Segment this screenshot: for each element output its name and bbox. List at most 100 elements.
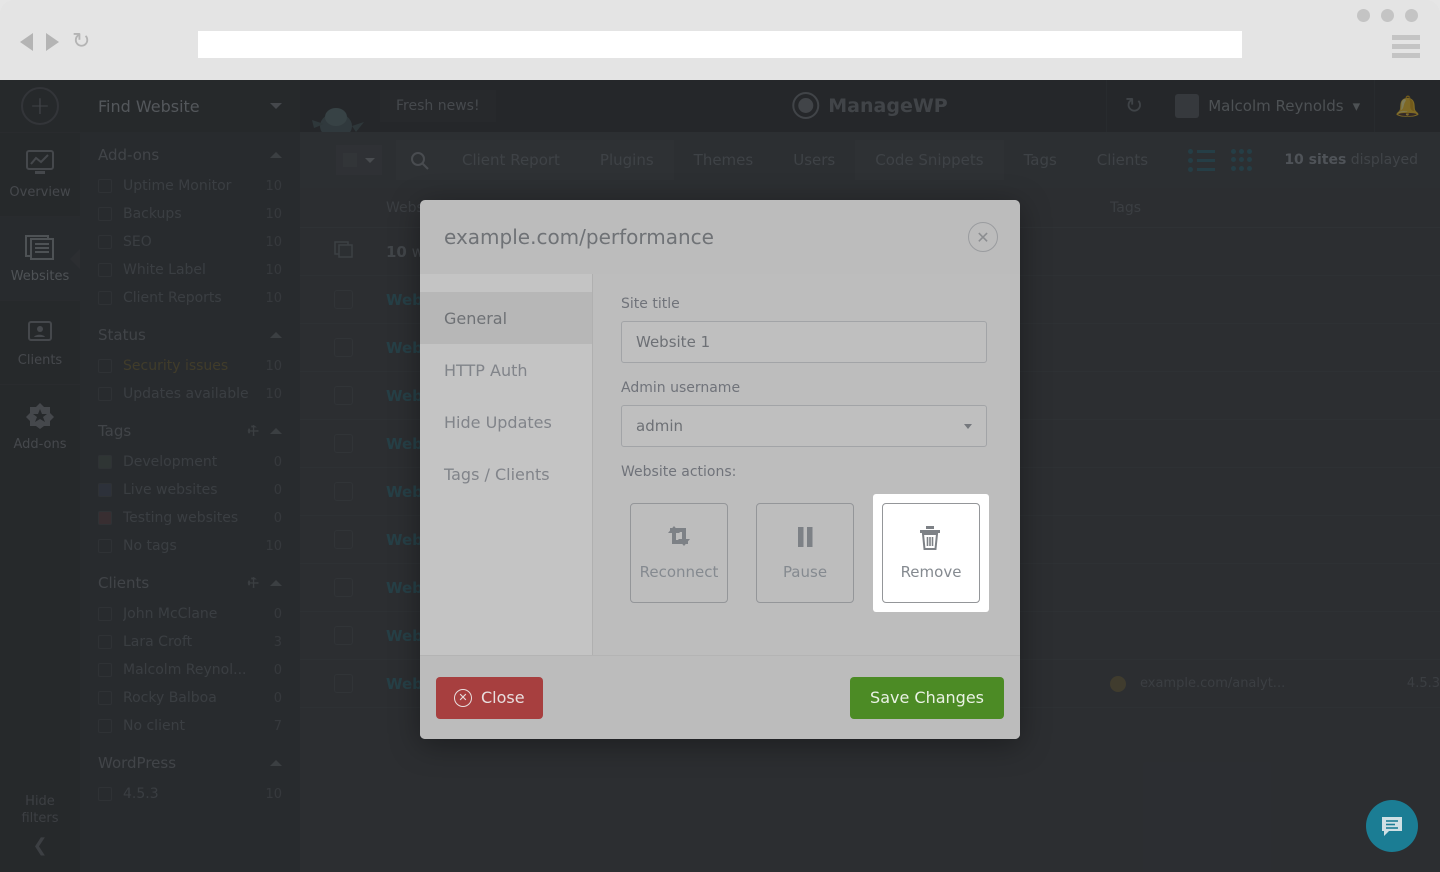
- list-view-icon[interactable]: [1188, 148, 1216, 172]
- filter-checkbox[interactable]: [98, 719, 112, 733]
- filter-row[interactable]: No client 7: [80, 712, 300, 740]
- url-input[interactable]: [198, 31, 1242, 58]
- filter-row[interactable]: White Label 10: [80, 256, 300, 284]
- back-icon[interactable]: [20, 33, 33, 51]
- row-checkbox[interactable]: [300, 338, 386, 357]
- filter-group-title: Tags: [98, 422, 132, 440]
- chevron-left-icon[interactable]: ❮: [0, 834, 80, 858]
- filter-row[interactable]: SEO 10: [80, 228, 300, 256]
- forward-icon[interactable]: [46, 33, 59, 51]
- filter-row[interactable]: Lara Croft 3: [80, 628, 300, 656]
- chat-bubble-icon[interactable]: [1366, 800, 1418, 852]
- filter-row[interactable]: Backups 10: [80, 200, 300, 228]
- close-icon[interactable]: ✕: [968, 222, 998, 252]
- remove-button[interactable]: Remove: [882, 503, 980, 603]
- toolbar-tab[interactable]: Client Report: [442, 140, 580, 180]
- filter-checkbox[interactable]: [98, 235, 112, 249]
- user-menu[interactable]: Malcolm Reynolds ▾: [1161, 80, 1374, 132]
- sidebar-item-websites[interactable]: Websites: [0, 216, 80, 300]
- pause-button[interactable]: Pause: [756, 503, 854, 603]
- filter-row[interactable]: Rocky Balboa 0: [80, 684, 300, 712]
- fresh-news-badge[interactable]: Fresh news!: [380, 90, 496, 122]
- row-checkbox[interactable]: [300, 386, 386, 405]
- dialog-tab[interactable]: General: [420, 292, 592, 344]
- filter-row[interactable]: John McClane 0: [80, 600, 300, 628]
- reconnect-button[interactable]: Reconnect: [630, 503, 728, 603]
- filter-checkbox[interactable]: [98, 691, 112, 705]
- dialog-tab[interactable]: Tags / Clients: [420, 448, 592, 500]
- filter-checkbox[interactable]: [98, 635, 112, 649]
- filter-checkbox[interactable]: [98, 387, 112, 401]
- site-title-input[interactable]: Website 1: [621, 321, 987, 363]
- row-checkbox[interactable]: [300, 626, 386, 645]
- hamburger-icon[interactable]: [1392, 35, 1420, 62]
- filter-group-header[interactable]: Add-ons: [80, 132, 300, 172]
- filter-row[interactable]: Updates available 10: [80, 380, 300, 408]
- save-changes-button[interactable]: Save Changes: [850, 676, 1004, 719]
- sidebar-item-clients[interactable]: Clients: [0, 300, 80, 384]
- toolbar-tab[interactable]: Code Snippets: [855, 140, 1004, 180]
- filter-row[interactable]: Testing websites 0: [80, 504, 300, 532]
- sync-icon[interactable]: ↻: [1105, 80, 1161, 132]
- filter-row[interactable]: No tags 10: [80, 532, 300, 560]
- caret-up-icon[interactable]: [270, 428, 282, 434]
- row-checkbox[interactable]: [300, 482, 386, 501]
- caret-up-icon[interactable]: [270, 332, 282, 338]
- wrench-icon[interactable]: ⚒: [245, 422, 264, 441]
- site-meta: example.com/analyt... 4.5.3: [1110, 675, 1440, 692]
- filter-checkbox[interactable]: [98, 483, 112, 497]
- sidebar-item-addons[interactable]: Add-ons: [0, 384, 80, 468]
- filter-checkbox[interactable]: [98, 511, 112, 525]
- toolbar-tab[interactable]: Tags: [1004, 140, 1077, 180]
- row-checkbox[interactable]: [300, 674, 386, 693]
- filter-row[interactable]: Live websites 0: [80, 476, 300, 504]
- filter-checkbox[interactable]: [98, 179, 112, 193]
- toolbar-tab[interactable]: Users: [773, 140, 855, 180]
- sidebar-item-overview[interactable]: Overview: [0, 132, 80, 216]
- filter-row[interactable]: Malcolm Reynol... 0: [80, 656, 300, 684]
- filter-checkbox[interactable]: [98, 291, 112, 305]
- row-checkbox[interactable]: [300, 290, 386, 309]
- dialog-tab[interactable]: HTTP Auth: [420, 344, 592, 396]
- admin-username-select[interactable]: admin: [621, 405, 987, 447]
- close-button[interactable]: ✕ Close: [436, 676, 543, 719]
- filter-checkbox[interactable]: [98, 359, 112, 373]
- bulk-select-dropdown[interactable]: [336, 145, 382, 175]
- filter-checkbox[interactable]: [98, 539, 112, 553]
- dialog-tab[interactable]: Hide Updates: [420, 396, 592, 448]
- trash-icon: [918, 525, 944, 551]
- find-website-dropdown[interactable]: Find Website: [80, 80, 300, 132]
- filter-row[interactable]: Client Reports 10: [80, 284, 300, 312]
- reload-icon[interactable]: ↻: [72, 31, 94, 53]
- window-controls[interactable]: [1357, 9, 1418, 22]
- bell-icon[interactable]: 🔔: [1374, 80, 1440, 132]
- filter-checkbox[interactable]: [98, 263, 112, 277]
- filter-row[interactable]: Security issues 10: [80, 352, 300, 380]
- row-checkbox[interactable]: [300, 434, 386, 453]
- hide-filters-button[interactable]: Hide filters ❮: [0, 793, 80, 872]
- wrench-icon[interactable]: ⚒: [245, 574, 264, 593]
- filter-checkbox[interactable]: [98, 787, 112, 801]
- caret-up-icon[interactable]: [270, 580, 282, 586]
- row-checkbox[interactable]: [300, 578, 386, 597]
- grid-view-icon[interactable]: [1231, 148, 1253, 172]
- filter-group-header[interactable]: Clients ⚒: [80, 560, 300, 600]
- add-website-button[interactable]: +: [0, 80, 80, 132]
- filter-checkbox[interactable]: [98, 207, 112, 221]
- filter-checkbox[interactable]: [98, 663, 112, 677]
- filter-row[interactable]: Uptime Monitor 10: [80, 172, 300, 200]
- caret-up-icon[interactable]: [270, 760, 282, 766]
- toolbar-tab[interactable]: Clients: [1077, 140, 1168, 180]
- filter-group-header[interactable]: Status: [80, 312, 300, 352]
- caret-up-icon[interactable]: [270, 152, 282, 158]
- row-checkbox[interactable]: [300, 530, 386, 549]
- filter-row[interactable]: 4.5.3 10: [80, 780, 300, 808]
- filter-group-header[interactable]: Tags ⚒: [80, 408, 300, 448]
- search-icon[interactable]: [396, 140, 442, 180]
- filter-checkbox[interactable]: [98, 607, 112, 621]
- filter-row[interactable]: Development 0: [80, 448, 300, 476]
- filter-group-header[interactable]: WordPress: [80, 740, 300, 780]
- toolbar-tab[interactable]: Themes: [674, 140, 774, 180]
- toolbar-tab[interactable]: Plugins: [579, 140, 674, 180]
- filter-checkbox[interactable]: [98, 455, 112, 469]
